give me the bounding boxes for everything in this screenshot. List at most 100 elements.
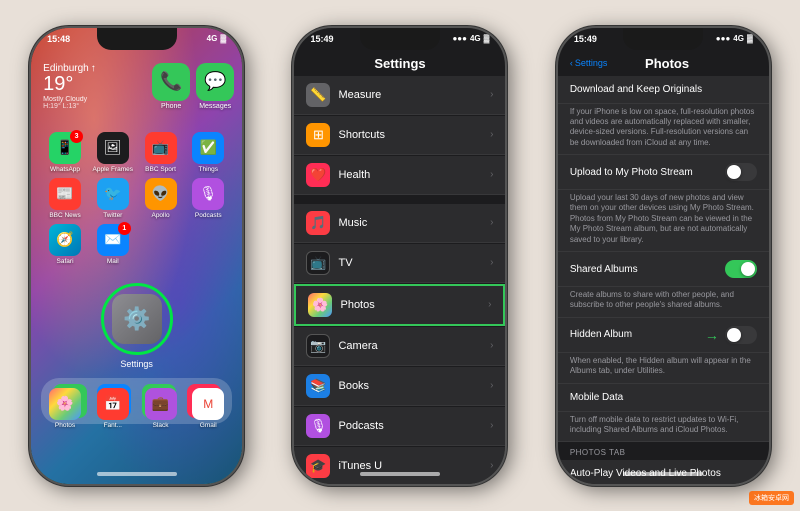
download-label: Download and Keep Originals <box>570 84 757 95</box>
tv-chevron: › <box>490 257 493 268</box>
podcasts-settings-icon: 🎙 <box>306 414 330 438</box>
tv-label: TV <box>338 257 490 269</box>
books-label: Books <box>338 380 490 392</box>
section-photostream: Upload to My Photo Stream Upload your la… <box>558 155 769 252</box>
settings-screen-title: Settings <box>294 56 505 71</box>
home-indicator-2 <box>360 472 440 476</box>
itunesu-label: iTunes U <box>338 460 490 472</box>
section-hidden: Hidden Album → When enabled, the Hidden … <box>558 318 769 384</box>
hidden-row[interactable]: Hidden Album → <box>558 318 769 353</box>
music-chevron: › <box>490 217 493 228</box>
settings-item-health[interactable]: ❤️ Health › <box>294 156 505 195</box>
photos-app[interactable]: 🌸 Photos <box>43 388 87 429</box>
weather-city: Edinburgh ↑ <box>43 63 96 74</box>
measure-chevron: › <box>490 89 493 100</box>
phone-1: 15:48 4G ▓ Edinburgh ↑ 19° Mostly Cloudy <box>29 26 244 486</box>
signal-2: 4G <box>470 34 481 43</box>
shortcuts-chevron: › <box>490 129 493 140</box>
twitter-app[interactable]: 🐦 Twitter <box>91 178 135 219</box>
section-shared: Shared Albums Create albums to share wit… <box>558 252 769 318</box>
shared-toggle[interactable] <box>725 260 757 278</box>
podcasts-settings-label: Podcasts <box>338 420 490 432</box>
fantastical-app[interactable]: 📅 Fant... <box>91 388 135 429</box>
messages-app[interactable]: 💬 Messages <box>196 63 234 110</box>
camera-chevron: › <box>490 340 493 351</box>
notch-3 <box>623 28 703 50</box>
appleframes-app[interactable]: 🖼 Apple Frames <box>91 132 135 173</box>
shared-row[interactable]: Shared Albums <box>558 252 769 287</box>
weather-condition: Mostly Cloudy <box>43 96 96 103</box>
things-icon: ✅ <box>192 132 224 164</box>
settings-circle: ⚙️ <box>101 283 173 355</box>
photos-settings-chevron: › <box>488 299 491 310</box>
phone-app[interactable]: 📞 Phone <box>152 63 190 110</box>
tv-icon: 📺 <box>306 251 330 275</box>
settings-item-music[interactable]: 🎵 Music › <box>294 204 505 243</box>
photos-screen-title: Photos <box>607 56 726 71</box>
mail-app[interactable]: ✉️ 1 Mail <box>91 224 135 265</box>
photos-settings-icon: 🌸 <box>308 293 332 317</box>
mobiledata-desc: Turn off mobile data to restrict updates… <box>558 412 769 443</box>
notch-2 <box>360 28 440 50</box>
gmail-label: Gmail <box>200 422 217 429</box>
podcasts-settings-chevron: › <box>490 420 493 431</box>
health-label: Health <box>338 169 490 181</box>
bbcnews-app[interactable]: 📰 BBC News <box>43 178 87 219</box>
back-button[interactable]: ‹ Settings <box>570 58 608 68</box>
settings-icon-large[interactable]: ⚙️ <box>112 294 162 344</box>
appleframes-label: Apple Frames <box>93 166 133 173</box>
settings-item-tv[interactable]: 📺 TV › <box>294 244 505 283</box>
settings-item-measure[interactable]: 📏 Measure › <box>294 76 505 115</box>
safari-label: Safari <box>57 258 74 265</box>
photostream-row[interactable]: Upload to My Photo Stream <box>558 155 769 190</box>
apollo-icon: 👽 <box>145 178 177 210</box>
photos-settings-label: Photos <box>340 299 488 311</box>
apollo-app[interactable]: 👽 Apollo <box>139 178 183 219</box>
mail-badge: 1 <box>118 222 131 235</box>
mobiledata-label: Mobile Data <box>570 392 757 403</box>
podcasts-app[interactable]: 🎙 Podcasts <box>186 178 230 219</box>
whatsapp-app[interactable]: 📱 3 WhatsApp <box>43 132 87 173</box>
bbcsport-app[interactable]: 📺 BBC Sport <box>139 132 183 173</box>
photostream-desc: Upload your last 30 days of new photos a… <box>558 190 769 252</box>
home-indicator-3 <box>623 472 703 476</box>
home-screen: 15:48 4G ▓ Edinburgh ↑ 19° Mostly Cloudy <box>31 28 242 484</box>
phone-2-screen: 15:49 ●●● 4G ▓ Settings 📏 Mea <box>294 28 505 484</box>
things-app[interactable]: ✅ Things <box>186 132 230 173</box>
photostab-title: PHOTOS TAB <box>558 442 769 460</box>
back-arrow-icon: ‹ <box>570 58 573 68</box>
photostream-toggle[interactable] <box>725 163 757 181</box>
settings-item-camera[interactable]: 📷 Camera › <box>294 327 505 366</box>
status-right-1: 4G ▓ <box>207 34 227 43</box>
books-icon: 📚 <box>306 374 330 398</box>
status-right-3: ●●● 4G ▓ <box>716 34 753 43</box>
photos-settings-content: Download and Keep Originals If your iPho… <box>558 76 769 484</box>
shared-toggle-knob <box>741 262 755 276</box>
music-label: Music <box>338 217 490 229</box>
mail-icon: ✉️ 1 <box>97 224 129 256</box>
safari-app[interactable]: 🧭 Safari <box>43 224 87 265</box>
shared-label: Shared Albums <box>570 264 725 275</box>
bbcnews-label: BBC News <box>49 212 80 219</box>
photos-settings-header: ‹ Settings Photos <box>558 56 769 71</box>
settings-item-books[interactable]: 📚 Books › <box>294 367 505 406</box>
settings-item-itunesu[interactable]: 🎓 iTunes U › <box>294 447 505 484</box>
phone-1-screen: 15:48 4G ▓ Edinburgh ↑ 19° Mostly Cloudy <box>31 28 242 484</box>
whatsapp-badge: 3 <box>70 130 83 143</box>
slack-app[interactable]: 💼 Slack <box>139 388 183 429</box>
settings-item-shortcuts[interactable]: ⊞ Shortcuts › <box>294 116 505 155</box>
settings-item-photos[interactable]: 🌸 Photos › <box>294 284 505 326</box>
settings-highlight-area: ⚙️ Settings <box>101 283 173 369</box>
gmail-app[interactable]: M Gmail <box>186 388 230 429</box>
weather-temp: 19° <box>43 74 96 94</box>
weather-widget: Edinburgh ↑ 19° Mostly Cloudy H:19° L:13… <box>43 63 96 110</box>
time-3: 15:49 <box>574 34 597 44</box>
shared-desc: Create albums to share with other people… <box>558 287 769 318</box>
photostream-label: Upload to My Photo Stream <box>570 167 725 178</box>
slack-icon: 💼 <box>145 388 177 420</box>
app-grid: 📱 3 WhatsApp 🖼 Apple Frames 📺 BBC Sport <box>35 128 238 269</box>
settings-item-podcasts[interactable]: 🎙 Podcasts › <box>294 407 505 446</box>
health-icon: ❤️ <box>306 163 330 187</box>
hidden-toggle[interactable] <box>725 326 757 344</box>
apollo-label: Apollo <box>151 212 169 219</box>
